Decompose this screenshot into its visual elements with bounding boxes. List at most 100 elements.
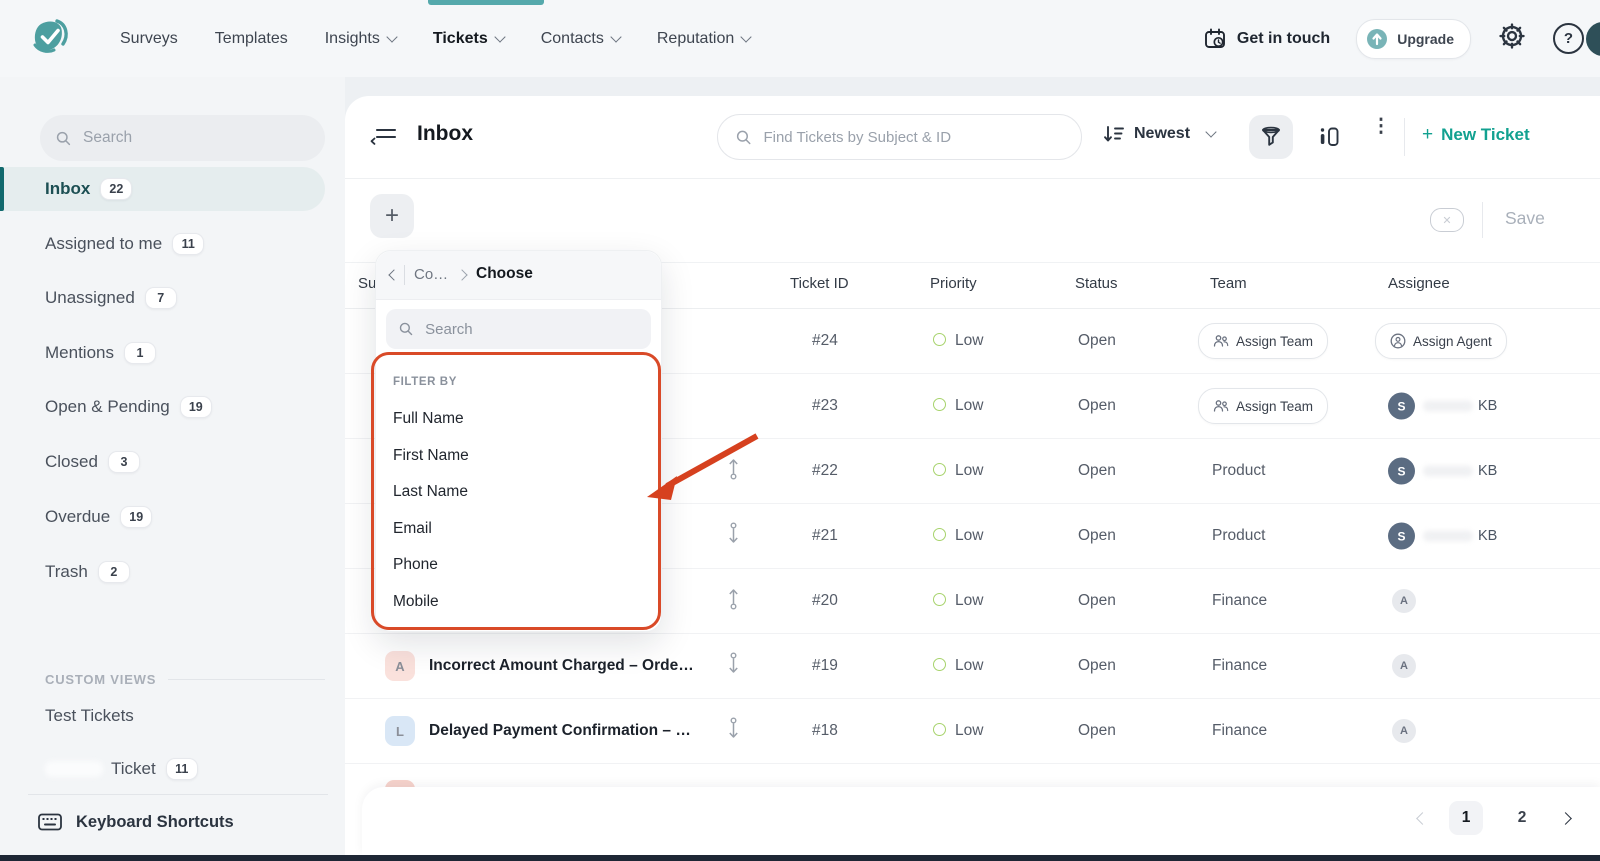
nav-item-reputation[interactable]: Reputation <box>657 30 750 48</box>
sidebar-item-overdue[interactable]: Overdue 19 <box>0 495 325 539</box>
status-label: Open <box>1078 527 1116 545</box>
nav-item-insights[interactable]: Insights <box>325 30 396 48</box>
keyboard-shortcuts-label: Keyboard Shortcuts <box>76 813 234 832</box>
count-badge: 19 <box>180 396 212 418</box>
direction-down-icon <box>727 522 740 551</box>
priority-low-icon <box>933 593 946 606</box>
ticket-search-input[interactable] <box>761 128 1063 147</box>
breadcrumb-parent[interactable]: Co… <box>414 266 448 283</box>
sidebar-item-mentions[interactable]: Mentions 1 <box>0 331 325 375</box>
table-row[interactable]: A Incorrect Amount Charged – Order… #19 … <box>345 634 1600 699</box>
column-header-ticket-id: Ticket ID <box>790 275 849 292</box>
board-view-button[interactable] <box>1307 115 1351 159</box>
sidebar-item-open-pending[interactable]: Open & Pending 19 <box>0 385 325 429</box>
nav-right-cluster: Get in touch Upgrade ? <box>1203 0 1584 77</box>
priority-low-icon <box>933 528 946 541</box>
clear-filters-button[interactable]: ✕ <box>1430 208 1464 232</box>
filter-option-last-name[interactable]: Last Name <box>393 483 468 501</box>
sidebar-item-label: Inbox <box>45 179 90 199</box>
assign-agent-button[interactable]: Assign Agent <box>1375 323 1507 359</box>
collapse-sidebar-button[interactable] <box>370 122 398 153</box>
chevron-down-icon <box>610 31 621 42</box>
assign-team-button[interactable]: Assign Team <box>1198 323 1328 359</box>
sidebar-item-assigned-to-me[interactable]: Assigned to me 11 <box>0 222 325 266</box>
breadcrumb-chevron-icon <box>456 269 467 280</box>
upgrade-arrow-icon <box>1365 27 1389 51</box>
board-view-icon <box>1317 125 1341 149</box>
assignee-avatar[interactable]: S <box>1388 393 1415 420</box>
nav-item-tickets[interactable]: Tickets <box>433 30 504 48</box>
save-button[interactable]: Save <box>1505 208 1545 229</box>
sidebar-item-closed[interactable]: Closed 3 <box>0 440 325 484</box>
upgrade-label: Upgrade <box>1397 31 1454 47</box>
nav-item-surveys[interactable]: Surveys <box>120 30 178 48</box>
help-button[interactable]: ? <box>1553 23 1584 54</box>
assignee-name-suffix: KB <box>1478 528 1497 544</box>
filter-option-phone[interactable]: Phone <box>393 556 438 574</box>
redacted-assignee-name <box>1423 531 1473 542</box>
priority-label: Low <box>955 462 983 479</box>
back-chevron-icon[interactable] <box>388 269 399 280</box>
assignee-avatar[interactable]: A <box>1392 654 1416 678</box>
filter-button[interactable] <box>1249 115 1293 159</box>
status-label: Open <box>1078 592 1116 610</box>
assignee-avatar[interactable]: A <box>1392 719 1416 743</box>
column-header-assignee: Assignee <box>1388 275 1450 292</box>
get-in-touch-button[interactable]: Get in touch <box>1203 27 1330 51</box>
nav-label: Contacts <box>541 30 604 48</box>
filter-popup: Co… Choose <box>375 250 662 632</box>
more-options-button[interactable]: ⋮ <box>1371 122 1391 132</box>
page-button-1[interactable]: 1 <box>1449 801 1483 835</box>
ticket-id: #19 <box>812 657 838 675</box>
sidebar-item-custom-ticket[interactable]: Ticket 11 <box>0 747 325 791</box>
gear-icon <box>1497 21 1527 51</box>
sidebar-search[interactable] <box>40 115 325 161</box>
sidebar-item-label: Open & Pending <box>45 397 170 417</box>
count-badge: 2 <box>98 561 130 583</box>
assignee-avatar[interactable]: S <box>1388 458 1415 485</box>
column-header-status: Status <box>1075 275 1118 292</box>
keyboard-shortcuts-button[interactable]: Keyboard Shortcuts <box>38 799 234 845</box>
filter-option-email[interactable]: Email <box>393 520 432 538</box>
priority-cell: Low <box>933 592 983 610</box>
new-ticket-button[interactable]: + New Ticket <box>1422 124 1530 146</box>
sidebar-search-input[interactable] <box>81 128 309 148</box>
sidebar-item-trash[interactable]: Trash 2 <box>0 550 325 594</box>
sidebar-item-test-tickets[interactable]: Test Tickets <box>0 694 325 738</box>
status-label: Open <box>1078 722 1116 740</box>
page-button-2[interactable]: 2 <box>1505 801 1539 835</box>
sidebar-item-unassigned[interactable]: Unassigned 7 <box>0 276 325 320</box>
divider <box>1404 118 1405 156</box>
nav-item-contacts[interactable]: Contacts <box>541 30 620 48</box>
divider <box>404 265 405 285</box>
pagination: 1 2 <box>1418 801 1570 835</box>
priority-low-icon <box>933 723 946 736</box>
sidebar-item-label: Test Tickets <box>45 706 134 726</box>
next-page-button[interactable] <box>1559 812 1572 825</box>
sidebar-item-inbox[interactable]: Inbox 22 <box>0 167 325 211</box>
sort-dropdown[interactable]: Newest <box>1103 124 1215 144</box>
count-badge: 7 <box>145 287 177 309</box>
previous-page-button[interactable] <box>1416 812 1429 825</box>
user-avatar[interactable] <box>1586 22 1600 56</box>
table-row[interactable]: L Delayed Payment Confirmation – O… #18 … <box>345 699 1600 764</box>
filter-option-full-name[interactable]: Full Name <box>393 410 464 428</box>
assignee-avatar[interactable]: A <box>1392 589 1416 613</box>
ticket-search[interactable] <box>717 114 1082 160</box>
add-filter-button[interactable]: + <box>370 194 414 238</box>
assign-team-button[interactable]: Assign Team <box>1198 388 1328 424</box>
ticket-id: #20 <box>812 592 838 610</box>
assignee-avatar[interactable]: S <box>1388 523 1415 550</box>
brand-logo[interactable] <box>26 14 74 62</box>
filter-option-first-name[interactable]: First Name <box>393 447 469 465</box>
filter-popup-search-input[interactable] <box>423 320 638 339</box>
divider <box>28 794 328 795</box>
upgrade-button[interactable]: Upgrade <box>1356 19 1471 59</box>
team-label: Product <box>1212 462 1265 480</box>
filter-popup-search[interactable] <box>386 309 651 349</box>
nav-item-templates[interactable]: Templates <box>215 30 288 48</box>
assign-team-label: Assign Team <box>1236 334 1313 349</box>
filter-option-mobile[interactable]: Mobile <box>393 593 439 611</box>
settings-button[interactable] <box>1497 21 1527 56</box>
ticket-id: #22 <box>812 462 838 480</box>
